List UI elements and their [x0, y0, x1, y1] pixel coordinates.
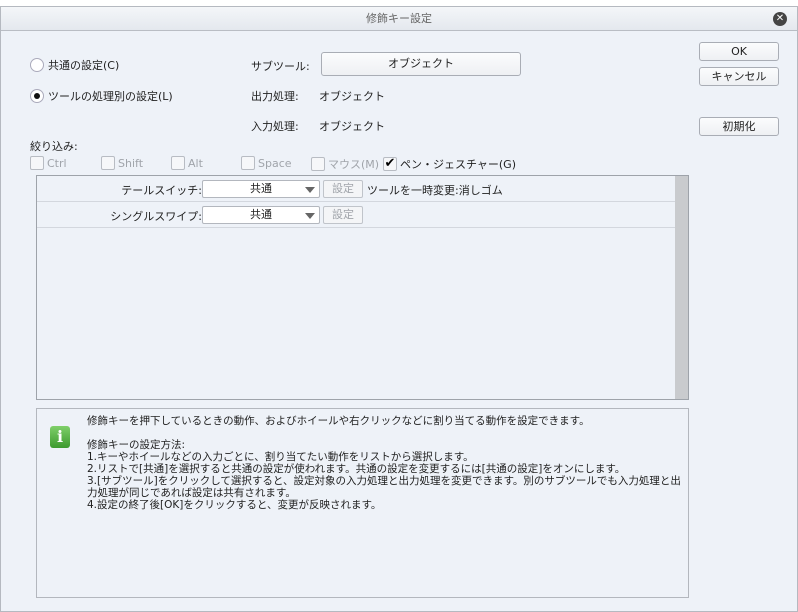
checkbox[interactable]: [30, 156, 44, 170]
subtool-label: サブツール:: [251, 60, 310, 73]
filter-text: ペン・ジェスチャー(G): [400, 158, 516, 171]
dropdown-value: 共通: [250, 208, 272, 221]
close-icon[interactable]: ✕: [773, 12, 787, 26]
radio-circle[interactable]: [30, 58, 44, 72]
radio-label: ツールの処理別の設定(L): [48, 90, 173, 103]
dropdown-value: 共通: [250, 182, 272, 195]
chevron-down-icon: [305, 187, 315, 193]
checkbox[interactable]: [241, 156, 255, 170]
help-line: 3.[サブツール]をクリックして選択すると、設定対象の入力処理と出力処理を変更で…: [87, 475, 681, 499]
title-bar: 修飾キー設定 ✕: [1, 7, 797, 31]
row-note: ツールを一時変更:消しゴム: [367, 184, 503, 197]
filter-text: マウス(M): [328, 158, 380, 171]
settings-button[interactable]: 設定: [323, 180, 363, 198]
output-process-label: 出力処理:: [251, 90, 299, 103]
row-label: シングルスワイプ:: [110, 210, 202, 223]
scrollbar[interactable]: [675, 176, 688, 399]
settings-button[interactable]: 設定: [323, 206, 363, 224]
help-line: 修飾キーの設定方法:: [87, 439, 186, 451]
radio-per-tool-settings[interactable]: ツールの処理別の設定(L): [30, 88, 173, 104]
output-process-value: オブジェクト: [319, 90, 385, 103]
help-text: 修飾キーを押下しているときの動作、およびホイールや右クリックなどに割り当てる動作…: [87, 415, 682, 511]
checkbox[interactable]: [101, 156, 115, 170]
help-line: 1.キーやホイールなどの入力ごとに、割り当てたい動作をリストから選択します。: [87, 451, 474, 463]
filter-mouse[interactable]: マウス(M): [311, 156, 379, 172]
action-dropdown[interactable]: 共通: [202, 180, 320, 198]
filter-ctrl[interactable]: Ctrl: [30, 156, 67, 170]
subtool-button[interactable]: オブジェクト: [321, 52, 521, 76]
filter-space[interactable]: Space: [241, 156, 292, 170]
filter-text: Ctrl: [47, 156, 67, 170]
list-row-single-swipe: シングルスワイプ: 共通 設定: [37, 202, 676, 228]
action-dropdown[interactable]: 共通: [202, 206, 320, 224]
help-line: 修飾キーを押下しているときの動作、およびホイールや右クリックなどに割り当てる動作…: [87, 415, 590, 427]
checkmark-icon[interactable]: ✔: [383, 157, 397, 171]
filter-pen-gesture[interactable]: ✔ ペン・ジェスチャー(G): [383, 156, 516, 172]
checkbox[interactable]: [171, 156, 185, 170]
filter-shift[interactable]: Shift: [101, 156, 143, 170]
filter-text: Alt: [188, 156, 203, 170]
radio-circle[interactable]: [30, 89, 44, 103]
filter-label: 絞り込み:: [30, 140, 78, 153]
input-process-label: 入力処理:: [251, 120, 299, 133]
filter-text: Shift: [118, 156, 144, 170]
help-line: 2.リストで[共通]を選択すると共通の設定が使われます。共通の設定を変更するには…: [87, 463, 626, 475]
help-line: 4.設定の終了後[OK]をクリックすると、変更が反映されます。: [87, 499, 382, 511]
cancel-button[interactable]: キャンセル: [699, 67, 779, 86]
ok-button[interactable]: OK: [699, 42, 779, 61]
dialog-title: 修飾キー設定: [366, 12, 432, 25]
chevron-down-icon: [305, 213, 315, 219]
modifier-key-settings-dialog: 修飾キー設定 ✕ 共通の設定(C) ツールの処理別の設定(L) サブツール: オ…: [0, 6, 798, 612]
list-row-tail-switch: テールスイッチ: 共通 設定 ツールを一時変更:消しゴム: [37, 176, 676, 202]
reset-button[interactable]: 初期化: [699, 117, 779, 136]
checkbox[interactable]: [311, 157, 325, 171]
help-panel: i 修飾キーを押下しているときの動作、およびホイールや右クリックなどに割り当てる…: [36, 408, 689, 598]
modifier-list: テールスイッチ: 共通 設定 ツールを一時変更:消しゴム シングルスワイプ: 共…: [36, 175, 689, 400]
row-label: テールスイッチ:: [121, 184, 202, 197]
filter-alt[interactable]: Alt: [171, 156, 203, 170]
radio-common-settings[interactable]: 共通の設定(C): [30, 57, 119, 73]
filter-text: Space: [258, 156, 292, 170]
help-line: [87, 427, 682, 439]
info-icon: i: [50, 426, 70, 448]
radio-label: 共通の設定(C): [48, 59, 120, 72]
input-process-value: オブジェクト: [319, 120, 385, 133]
